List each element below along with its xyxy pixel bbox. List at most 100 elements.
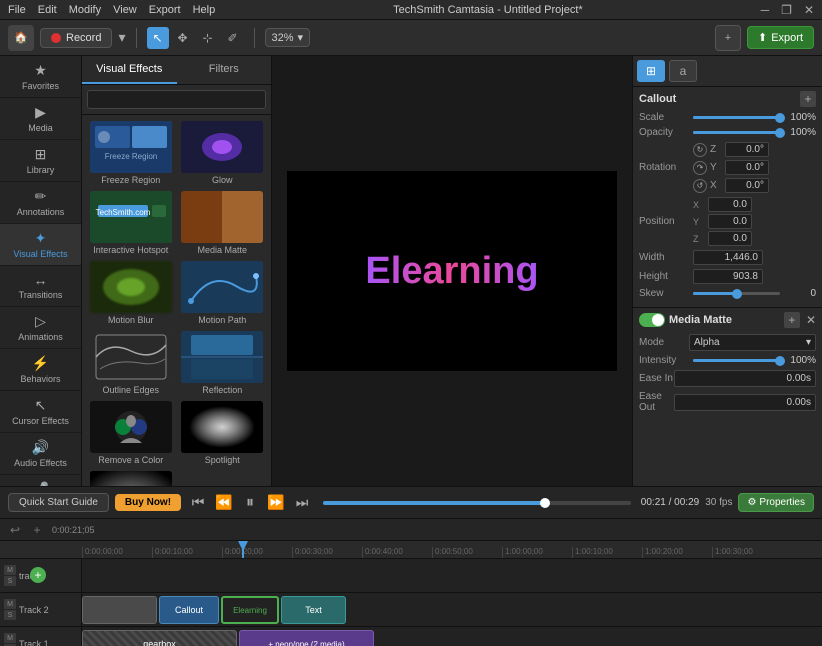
track-3-content[interactable] xyxy=(82,559,822,592)
close-button[interactable]: ✕ xyxy=(804,3,814,17)
effect-vignette[interactable]: Vignette xyxy=(86,469,176,486)
tab-filters[interactable]: Filters xyxy=(177,56,272,84)
play-pause-button[interactable]: ⏸ xyxy=(239,492,261,514)
scale-value: 100% xyxy=(784,112,816,123)
track-1-content[interactable]: gearbox + neon/ppe (2 media) xyxy=(82,627,822,646)
behaviors-icon: ⚡ xyxy=(32,355,49,372)
scale-slider[interactable] xyxy=(693,116,780,119)
media-matte-close-icon[interactable]: ✕ xyxy=(806,313,816,327)
track-1-mute[interactable]: M xyxy=(4,633,16,643)
media-matte-toggle[interactable] xyxy=(639,313,665,327)
opacity-slider[interactable] xyxy=(693,131,780,134)
export-button[interactable]: ⬆ Export xyxy=(747,26,814,49)
menu-modify[interactable]: Modify xyxy=(69,4,101,16)
rp-tab-video[interactable]: ⊞ xyxy=(637,60,665,82)
effect-reflection[interactable]: Reflection xyxy=(178,329,268,397)
minimize-button[interactable]: ─ xyxy=(761,3,770,17)
move-tool[interactable]: ✥ xyxy=(172,27,194,49)
effect-spotlight[interactable]: Spotlight xyxy=(178,399,268,467)
home-button[interactable]: 🏠 xyxy=(8,25,34,51)
rotation-y-input[interactable] xyxy=(725,160,769,175)
ease-in-input[interactable] xyxy=(674,370,816,387)
total-time: 00:29 xyxy=(674,497,699,508)
effect-freeze-region[interactable]: Freeze Region Freeze Region xyxy=(86,119,176,187)
freeze-region-label: Freeze Region xyxy=(101,175,160,185)
ease-out-input[interactable] xyxy=(674,394,816,411)
sidebar-item-visual-effects[interactable]: ✦ Visual Effects xyxy=(0,224,81,266)
search-input[interactable] xyxy=(87,90,266,109)
add-button[interactable]: + xyxy=(715,25,741,51)
buy-now-button[interactable]: Buy Now! xyxy=(115,494,181,511)
mode-dropdown[interactable]: Alpha ▾ xyxy=(689,334,816,351)
menu-help[interactable]: Help xyxy=(193,4,216,16)
sidebar-item-voice-narration[interactable]: 🎤 Voice Narration xyxy=(0,475,81,486)
zoom-control[interactable]: 32% ▾ xyxy=(265,28,311,47)
height-input[interactable] xyxy=(693,269,763,284)
track-2-mute[interactable]: M xyxy=(4,599,16,609)
effect-motion-path[interactable]: Motion Path xyxy=(178,259,268,327)
step-back-button[interactable]: ⏪ xyxy=(213,492,235,514)
skip-forward-button[interactable]: ⏭ xyxy=(291,492,313,514)
rotation-z-input[interactable] xyxy=(725,142,769,157)
width-input[interactable] xyxy=(693,250,763,265)
sidebar-item-behaviors[interactable]: ⚡ Behaviors xyxy=(0,349,81,391)
tab-visual-effects[interactable]: Visual Effects xyxy=(82,56,177,84)
pen-tool[interactable]: ✐ xyxy=(222,27,244,49)
position-z-input[interactable] xyxy=(708,231,752,246)
intensity-slider[interactable] xyxy=(693,359,780,362)
progress-thumb xyxy=(540,498,550,508)
effect-interactive-hotspot[interactable]: TechSmith.com Interactive Hotspot xyxy=(86,189,176,257)
timeline-tracks: M S track3 + M S Track 2 Callout Elearni… xyxy=(0,559,822,646)
effect-glow[interactable]: Glow xyxy=(178,119,268,187)
sidebar-item-audio-effects[interactable]: 🔊 Audio Effects xyxy=(0,433,81,475)
sidebar-item-cursor-effects[interactable]: ↖ Cursor Effects xyxy=(0,391,81,433)
skew-slider[interactable] xyxy=(693,292,780,295)
sidebar-item-animations[interactable]: ▷ Animations xyxy=(0,307,81,349)
progress-bar[interactable] xyxy=(323,501,631,505)
track-3-solo[interactable]: S xyxy=(4,576,16,586)
visual-effects-label: Visual Effects xyxy=(13,249,67,259)
track-1-clip-neon[interactable]: + neon/ppe (2 media) xyxy=(239,630,374,646)
sidebar-item-transitions[interactable]: ↔ Transitions xyxy=(0,266,81,307)
sidebar-item-favorites[interactable]: ★ Favorites xyxy=(0,56,81,98)
skip-back-button[interactable]: ⏮ xyxy=(187,492,209,514)
effect-media-matte[interactable]: Media Matte xyxy=(178,189,268,257)
track-2-content[interactable]: Callout Elearning Text xyxy=(82,593,822,626)
effect-motion-blur[interactable]: Motion Blur xyxy=(86,259,176,327)
track-1-label: Track 1 xyxy=(19,639,49,646)
sidebar-item-media[interactable]: ▶ Media xyxy=(0,98,81,140)
track-2-solo[interactable]: S xyxy=(4,610,16,620)
track-1-clip-gearbox[interactable]: gearbox xyxy=(82,630,237,646)
select-tool[interactable]: ↖ xyxy=(147,27,169,49)
menu-export[interactable]: Export xyxy=(149,4,181,16)
properties-button[interactable]: ⚙ Properties xyxy=(738,493,814,512)
menu-view[interactable]: View xyxy=(113,4,137,16)
effect-remove-a-color[interactable]: Remove a Color xyxy=(86,399,176,467)
track-3-mute[interactable]: M xyxy=(4,565,16,575)
timeline-cursor[interactable] xyxy=(242,541,244,558)
add-track-button[interactable]: + xyxy=(30,567,46,583)
restore-button[interactable]: ❐ xyxy=(781,3,792,17)
menu-file[interactable]: File xyxy=(8,4,26,16)
undo-button[interactable]: ↩ xyxy=(6,521,24,539)
position-y-input[interactable] xyxy=(708,214,752,229)
position-x-input[interactable] xyxy=(708,197,752,212)
effect-outline-edges[interactable]: Outline Edges xyxy=(86,329,176,397)
dropdown-arrow[interactable]: ▾ xyxy=(118,29,125,46)
opacity-row: Opacity 100% xyxy=(639,127,816,138)
quick-start-button[interactable]: Quick Start Guide xyxy=(8,493,109,512)
step-forward-button[interactable]: ⏩ xyxy=(265,492,287,514)
bottom-bar: Quick Start Guide Buy Now! ⏮ ⏪ ⏸ ⏩ ⏭ 00:… xyxy=(0,486,822,518)
mode-row: Mode Alpha ▾ xyxy=(639,334,816,351)
rp-tab-audio[interactable]: a xyxy=(669,60,697,82)
rotation-x-input[interactable] xyxy=(725,178,769,193)
crop-tool[interactable]: ⊹ xyxy=(197,27,219,49)
sidebar-item-library[interactable]: ⊞ Library xyxy=(0,140,81,182)
zoom-in-button[interactable]: + xyxy=(28,521,46,539)
callout-add-button[interactable]: + xyxy=(800,91,816,107)
record-button[interactable]: Record xyxy=(40,28,112,48)
right-panel-tabs: ⊞ a xyxy=(633,56,822,87)
media-matte-add-button[interactable]: + xyxy=(784,312,800,328)
sidebar-item-annotations[interactable]: ✏ Annotations xyxy=(0,182,81,224)
menu-edit[interactable]: Edit xyxy=(38,4,57,16)
